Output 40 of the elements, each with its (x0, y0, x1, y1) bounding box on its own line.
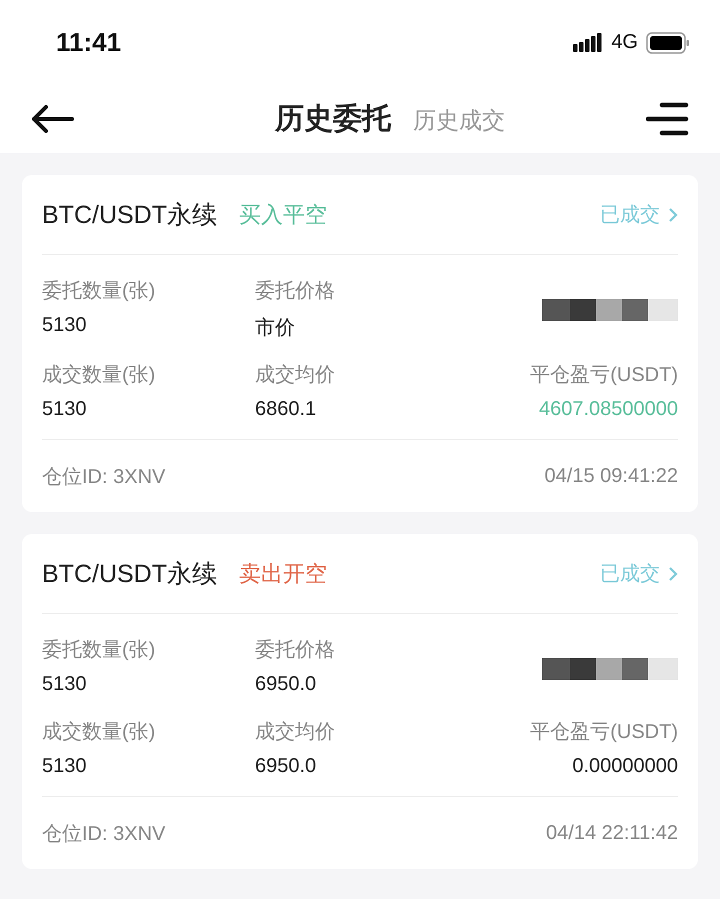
field-label: 委托数量(张) (42, 638, 156, 663)
field-label: 委托价格 (255, 279, 336, 304)
field-value: 5130 (42, 673, 88, 696)
field-value: 市价 (255, 316, 296, 341)
trading-pair: BTC/USDT永续 (42, 559, 217, 590)
menu-icon[interactable] (646, 101, 690, 137)
order-status-link[interactable]: 已成交 (600, 201, 678, 228)
order-time: 04/15 09:41:22 (544, 464, 678, 488)
field-value: 0.00000000 (572, 755, 678, 778)
field-label: 成交均价 (255, 363, 336, 388)
tab[interactable]: 历史委托 (275, 99, 391, 139)
status-time: 11:41 (56, 27, 122, 58)
order-side: 买入平空 (239, 200, 327, 228)
chevron-right-icon (668, 206, 678, 222)
tab[interactable]: 历史成交 (413, 105, 505, 136)
field-value: 5130 (42, 755, 88, 778)
field-value: 6950.0 (255, 673, 318, 696)
field-label: 成交均价 (255, 720, 336, 745)
chevron-right-icon (668, 566, 678, 582)
network-type: 4G (611, 31, 638, 54)
trading-pair: BTC/USDT永续 (42, 200, 217, 231)
field-value: 5130 (42, 314, 88, 337)
field-value: 6950.0 (255, 755, 318, 778)
back-arrow-icon[interactable] (30, 104, 74, 134)
field-label: 成交数量(张) (42, 363, 156, 388)
order-side: 卖出开空 (239, 560, 327, 588)
position-id: 仓位ID: 3XNV (42, 822, 166, 846)
position-id: 仓位ID: 3XNV (42, 464, 166, 490)
field-label: 平仓盈亏(USDT) (530, 720, 678, 745)
field-label: 平仓盈亏(USDT) (530, 363, 678, 388)
field-value: 4607.08500000 (538, 398, 678, 421)
order-time: 04/14 22:11:42 (546, 822, 678, 844)
field-label: 委托价格 (255, 638, 336, 663)
signal-icon (573, 32, 604, 52)
field-value: 5130 (42, 398, 88, 421)
order-status-link[interactable]: 已成交 (600, 560, 678, 587)
field-label: 委托数量(张) (42, 279, 156, 304)
field-label: 成交数量(张) (42, 720, 156, 745)
field-value: 6860.1 (255, 398, 318, 421)
battery-icon (646, 32, 690, 54)
